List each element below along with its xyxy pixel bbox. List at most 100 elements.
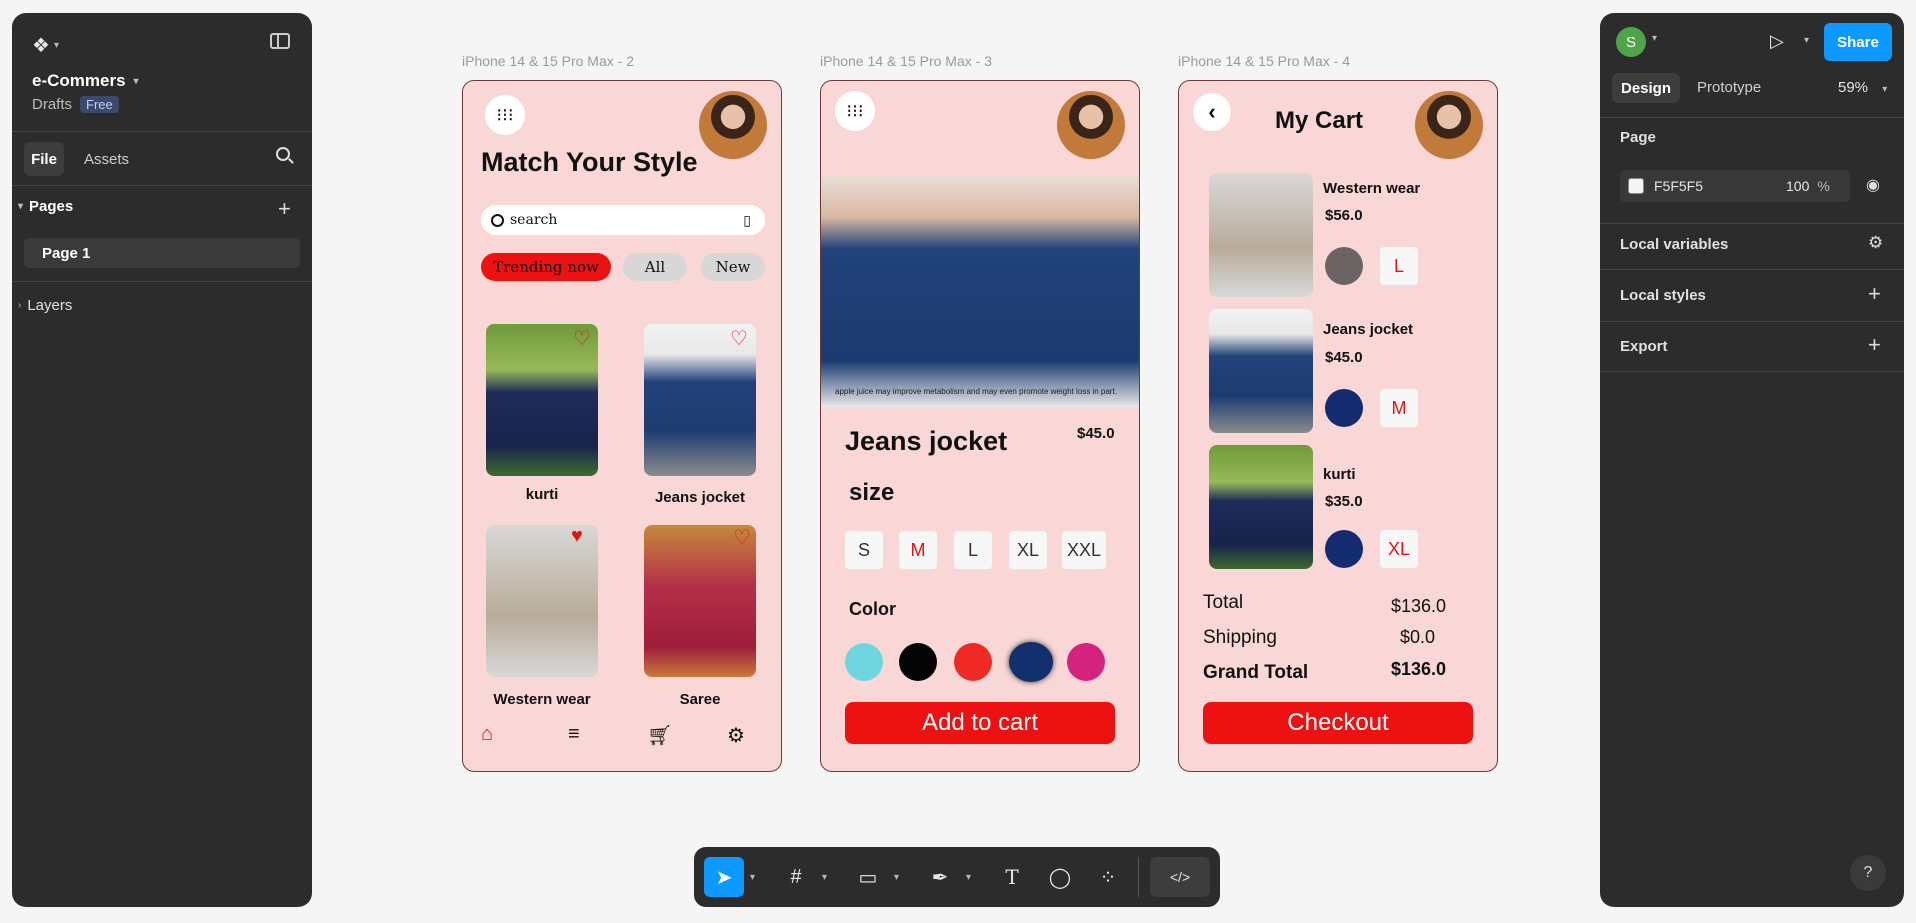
tab-all[interactable]: All bbox=[623, 253, 687, 281]
size-option-xl[interactable]: XL bbox=[1009, 531, 1047, 569]
frame-label-3[interactable]: iPhone 14 & 15 Pro Max - 3 bbox=[820, 53, 992, 69]
chevron-down-icon[interactable]: ▾ bbox=[822, 857, 827, 897]
cart-item-price: $56.0 bbox=[1325, 207, 1363, 224]
move-tool-icon[interactable]: ➤ bbox=[704, 857, 744, 897]
tab-assets[interactable]: Assets bbox=[84, 142, 129, 176]
size-option-l[interactable]: L bbox=[954, 531, 992, 569]
frame-tool-icon[interactable]: # bbox=[776, 857, 816, 897]
size-option-m[interactable]: M bbox=[899, 531, 937, 569]
cart-item-size[interactable]: M bbox=[1380, 389, 1418, 427]
page-color-value[interactable]: F5F5F5 bbox=[1654, 178, 1784, 194]
pages-header[interactable]: ▾ Pages bbox=[18, 198, 73, 215]
add-style-plus-icon[interactable]: + bbox=[1868, 281, 1881, 307]
divider bbox=[1600, 117, 1904, 118]
local-styles-label[interactable]: Local styles bbox=[1620, 287, 1706, 304]
chevron-down-icon[interactable]: ▾ bbox=[966, 857, 971, 897]
chevron-down-icon[interactable]: ▾ bbox=[1652, 33, 1657, 44]
add-to-cart-button[interactable]: Add to cart bbox=[845, 702, 1115, 744]
cart-item-name: kurti bbox=[1323, 466, 1356, 483]
mic-icon[interactable]: ▯ bbox=[743, 212, 751, 229]
color-swatch-pink[interactable] bbox=[1067, 643, 1105, 681]
search-input[interactable]: search ▯ bbox=[481, 205, 765, 235]
frame-home[interactable]: ⁝⁝⁝ Match Your Style search ▯ Trending n… bbox=[462, 80, 782, 772]
frame-label-2[interactable]: iPhone 14 & 15 Pro Max - 2 bbox=[462, 53, 634, 69]
main-menu-button[interactable]: ❖ ▾ bbox=[32, 31, 59, 59]
eye-icon[interactable]: ◉ bbox=[1866, 175, 1880, 195]
tab-trending[interactable]: Trending now bbox=[481, 253, 611, 281]
tab-design[interactable]: Design bbox=[1612, 73, 1680, 103]
chevron-down-icon[interactable]: ▾ bbox=[1804, 35, 1809, 46]
avatar[interactable] bbox=[1057, 91, 1125, 159]
menu-grid-button[interactable]: ⁝⁝⁝ bbox=[835, 91, 875, 131]
heart-outline-icon[interactable]: ♡ bbox=[573, 326, 591, 351]
left-sidebar: ❖ ▾ e-Commers ▾ Drafts Free File Assets … bbox=[12, 13, 312, 907]
pen-tool-icon[interactable]: ✒ bbox=[920, 857, 960, 897]
rectangle-tool-icon[interactable]: ▭ bbox=[848, 857, 888, 897]
size-option-xxl[interactable]: XXL bbox=[1062, 531, 1106, 569]
help-button[interactable]: ? bbox=[1850, 855, 1886, 891]
tab-prototype[interactable]: Prototype bbox=[1697, 79, 1761, 96]
zoom-level[interactable]: 59% ▾ bbox=[1838, 79, 1887, 96]
frame-cart[interactable]: ‹ My Cart Western wear $56.0 L Jeans joc… bbox=[1178, 80, 1498, 772]
local-variables-label[interactable]: Local variables bbox=[1620, 236, 1728, 253]
text-tool-icon[interactable]: T bbox=[992, 857, 1032, 897]
back-button[interactable]: ‹ bbox=[1193, 93, 1231, 131]
cart-item-size[interactable]: XL bbox=[1380, 530, 1418, 568]
user-settings-icon[interactable]: ⚙ bbox=[727, 723, 745, 748]
size-option-s[interactable]: S bbox=[845, 531, 883, 569]
layers-header-label: Layers bbox=[27, 297, 73, 314]
avatar[interactable] bbox=[699, 91, 767, 159]
divider bbox=[1600, 321, 1904, 322]
color-swatch-black[interactable] bbox=[899, 643, 937, 681]
frame-product-detail[interactable]: ⁝⁝⁝ apple juice may improve metabolism a… bbox=[820, 80, 1140, 772]
share-button[interactable]: Share bbox=[1824, 23, 1892, 61]
frame-label-4[interactable]: iPhone 14 & 15 Pro Max - 4 bbox=[1178, 53, 1350, 69]
chevron-down-icon[interactable]: ▾ bbox=[894, 857, 899, 897]
color-swatch[interactable] bbox=[1628, 178, 1644, 194]
layers-header[interactable]: › Layers bbox=[18, 297, 72, 314]
present-play-icon[interactable]: ▷ bbox=[1770, 31, 1784, 52]
color-swatch-navy[interactable] bbox=[1009, 642, 1053, 682]
toggle-sidebar-button[interactable] bbox=[270, 33, 290, 49]
total-value: $136.0 bbox=[1391, 596, 1447, 616]
chevron-down-icon: ▾ bbox=[18, 201, 24, 212]
resources-tool-icon[interactable]: ⁘ bbox=[1088, 857, 1128, 897]
avatar[interactable] bbox=[1415, 91, 1483, 159]
heart-filled-icon[interactable]: ♥ bbox=[571, 525, 583, 548]
color-swatch-red[interactable] bbox=[954, 643, 992, 681]
user-avatar[interactable]: S bbox=[1616, 27, 1646, 57]
right-sidebar: S ▾ ▷ ▾ Share Design Prototype 59% ▾ Pag… bbox=[1600, 13, 1904, 907]
page-item-page-1[interactable]: Page 1 bbox=[24, 238, 300, 268]
divider bbox=[1600, 269, 1904, 270]
project-name[interactable]: e-Commers ▾ bbox=[32, 71, 139, 91]
menu-grid-button[interactable]: ⁝⁝⁝ bbox=[485, 95, 525, 135]
export-label[interactable]: Export bbox=[1620, 338, 1668, 355]
search-button[interactable] bbox=[276, 147, 294, 164]
tab-new[interactable]: New bbox=[701, 253, 765, 281]
chevron-down-icon: ▾ bbox=[1882, 84, 1888, 95]
shipping-label: Shipping bbox=[1203, 627, 1277, 648]
drafts-label[interactable]: Drafts bbox=[32, 96, 72, 113]
browse-icon[interactable]: ≡ bbox=[568, 723, 580, 746]
page-opacity-value[interactable]: 100 bbox=[1786, 178, 1809, 194]
project-name-label: e-Commers bbox=[32, 71, 126, 90]
cart-item-size[interactable]: L bbox=[1380, 247, 1418, 285]
chevron-down-icon[interactable]: ▾ bbox=[750, 857, 755, 897]
variables-settings-icon[interactable]: ⚙ bbox=[1868, 233, 1883, 253]
color-swatch-cyan[interactable] bbox=[845, 643, 883, 681]
product-name: kurti bbox=[525, 486, 559, 503]
comment-tool-icon[interactable]: ◯ bbox=[1040, 857, 1080, 897]
dev-mode-toggle-icon[interactable]: </> bbox=[1150, 857, 1210, 897]
tab-file[interactable]: File bbox=[24, 142, 64, 176]
checkout-button[interactable]: Checkout bbox=[1203, 702, 1473, 744]
heart-outline-icon[interactable]: ♡ bbox=[730, 326, 748, 351]
divider bbox=[12, 131, 312, 132]
heart-outline-icon[interactable]: ♡ bbox=[733, 525, 751, 550]
size-label: size bbox=[849, 479, 895, 506]
cart-icon[interactable]: 🛒︎ bbox=[647, 723, 672, 748]
add-page-button[interactable]: + bbox=[278, 196, 291, 222]
page-fill-row[interactable]: F5F5F5 100 % bbox=[1620, 170, 1850, 202]
add-export-plus-icon[interactable]: + bbox=[1868, 332, 1881, 358]
home-icon[interactable]: ⌂ bbox=[481, 723, 493, 746]
grand-total-label: Grand Total bbox=[1203, 662, 1309, 683]
